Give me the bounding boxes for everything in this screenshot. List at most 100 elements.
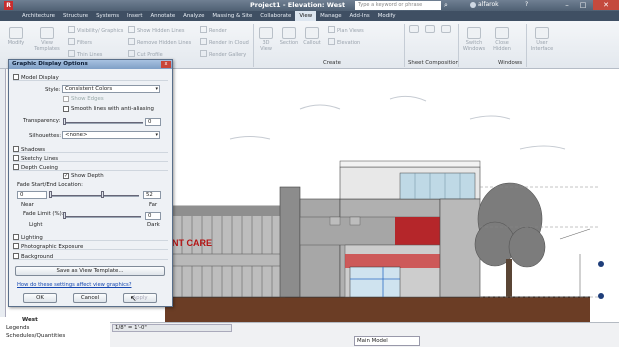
browser-item-legends[interactable]: Legends: [6, 325, 29, 331]
user-interface-button[interactable]: User Interface: [530, 27, 554, 52]
tab-collaborate[interactable]: Collaborate: [256, 11, 295, 21]
smooth-lines-checkbox[interactable]: [63, 106, 69, 112]
light-label: Light: [29, 222, 43, 228]
revisions-icon[interactable]: [440, 25, 452, 34]
fade-limit-thumb[interactable]: [63, 212, 66, 219]
apply-button[interactable]: Apply: [123, 293, 157, 303]
silhouettes-select[interactable]: <none>: [62, 131, 160, 139]
fade-end-thumb[interactable]: [101, 191, 104, 198]
filters-button[interactable]: Filters: [68, 38, 92, 46]
tab-add-ins[interactable]: Add-Ins: [346, 11, 374, 21]
view-templates-button[interactable]: View Templates: [34, 27, 60, 52]
search-input[interactable]: Type a keyword or phrase: [355, 1, 441, 10]
ribbon-separator: [458, 24, 459, 67]
3d-view-label: 3D View: [260, 40, 272, 52]
show-depth-label: Show Depth: [71, 173, 104, 179]
ok-button[interactable]: OK: [23, 293, 57, 303]
project-browser: West Legends Schedules/Quantities: [0, 317, 110, 347]
search-icon[interactable]: ⌕: [444, 1, 452, 10]
thin-lines-button[interactable]: Thin Lines: [68, 50, 102, 58]
close-window-button[interactable]: ✕: [593, 0, 619, 10]
transparency-input[interactable]: 0: [145, 118, 161, 126]
close-hidden-button[interactable]: Close Hidden: [490, 27, 514, 52]
switch-windows-button[interactable]: Switch Windows: [462, 27, 486, 52]
glass-curtain-wall: [399, 172, 476, 200]
sheet-icon[interactable]: [408, 25, 420, 34]
transparency-slider-thumb[interactable]: [63, 118, 66, 125]
section-lighting[interactable]: Lighting: [13, 234, 168, 241]
fade-start-thumb[interactable]: [49, 191, 52, 198]
render-gallery-button[interactable]: Render Gallery: [200, 50, 246, 58]
view-scale-control[interactable]: 1/8" = 1'-0": [112, 324, 232, 332]
tab-massing-site[interactable]: Massing & Site: [208, 11, 256, 21]
tab-structure[interactable]: Structure: [59, 11, 92, 21]
app-logo-icon[interactable]: R: [4, 1, 13, 10]
section-icon: [282, 27, 296, 39]
tab-modify[interactable]: Modify: [374, 11, 400, 21]
section-photographic-exposure[interactable]: Photographic Exposure: [13, 243, 168, 250]
fade-start-input[interactable]: 0: [17, 191, 47, 199]
fade-range-slider[interactable]: [49, 195, 139, 197]
show-hidden-lines-button[interactable]: Show Hidden Lines: [128, 26, 184, 34]
arrow-cursor-icon: [9, 27, 23, 39]
section-sketchy-lines[interactable]: Sketchy Lines: [13, 155, 168, 162]
render-button[interactable]: Render: [200, 26, 227, 34]
tab-view[interactable]: View: [295, 11, 317, 21]
tab-annotate[interactable]: Annotate: [146, 11, 179, 21]
elevation-button[interactable]: Elevation: [328, 38, 360, 46]
building-left-block: [164, 205, 286, 298]
dialog-close-button[interactable]: x: [161, 61, 171, 68]
windows-icon: [467, 27, 481, 39]
section-depth-cueing[interactable]: Depth Cueing: [13, 164, 168, 171]
save-view-template-button[interactable]: Save as View Template...: [15, 266, 165, 276]
help-button[interactable]: ?: [525, 1, 528, 8]
minimize-button[interactable]: –: [560, 0, 574, 10]
cut-profile-button[interactable]: Cut Profile: [128, 50, 163, 58]
section-model-display[interactable]: Model Display: [13, 74, 168, 81]
fade-end-input[interactable]: 52: [143, 191, 161, 199]
ribbon-tabs: Architecture Structure Systems Insert Annota…: [0, 11, 619, 21]
tab-manage[interactable]: Manage: [316, 11, 345, 21]
callout-button[interactable]: Callout: [301, 27, 323, 46]
remove-hidden-lines-button[interactable]: Remove Hidden Lines: [128, 38, 191, 46]
tab-architecture[interactable]: Architecture: [18, 11, 59, 21]
tab-insert[interactable]: Insert: [123, 11, 146, 21]
fade-limit-input[interactable]: 0: [145, 212, 161, 220]
red-panel: [395, 217, 440, 245]
user-name[interactable]: alfarok: [478, 1, 499, 8]
ribbon-separator: [526, 24, 527, 67]
maximize-button[interactable]: □: [576, 0, 590, 10]
view-templates-label: View Templates: [34, 40, 60, 52]
tab-systems[interactable]: Systems: [92, 11, 123, 21]
tree: [474, 182, 546, 268]
cancel-button[interactable]: Cancel: [73, 293, 107, 303]
transparency-slider[interactable]: [63, 122, 143, 124]
3d-view-button[interactable]: 3D View: [256, 27, 276, 52]
render-cloud-button[interactable]: Render in Cloud: [200, 38, 249, 46]
modify-button[interactable]: Modify: [4, 27, 28, 46]
plan-views-button[interactable]: Plan Views: [328, 26, 364, 34]
main-model-select[interactable]: Main Model: [354, 336, 420, 346]
silhouettes-label: Silhouettes:: [29, 133, 62, 139]
section-button[interactable]: Section: [278, 27, 300, 46]
fade-limit-slider[interactable]: [63, 216, 141, 218]
close-windows-icon: [495, 27, 509, 39]
help-link[interactable]: How do these settings affect view graphi…: [17, 282, 131, 288]
tab-analyze[interactable]: Analyze: [179, 11, 208, 21]
graphic-display-options-dialog: Graphic Display Options x Model Display …: [8, 59, 173, 307]
ribbon-separator: [253, 24, 254, 67]
style-select[interactable]: Consistent Colors: [62, 85, 160, 93]
show-depth-checkbox[interactable]: ✓: [63, 173, 69, 179]
ui-icon: [535, 27, 549, 39]
ribbon-separator: [404, 24, 405, 67]
section-shadows[interactable]: Shadows: [13, 146, 168, 153]
level-head-marker: [598, 261, 604, 267]
title-block-icon[interactable]: [424, 25, 436, 34]
browser-item-schedules[interactable]: Schedules/Quantities: [6, 333, 65, 339]
browser-item-west[interactable]: West: [22, 317, 38, 323]
visibility-graphics-button[interactable]: Visibility/ Graphics: [68, 26, 123, 34]
far-label: Far: [149, 202, 158, 208]
show-edges-checkbox[interactable]: [63, 96, 69, 102]
window-title: Project1 - Elevation: West: [250, 1, 346, 9]
section-background[interactable]: Background: [13, 253, 168, 260]
